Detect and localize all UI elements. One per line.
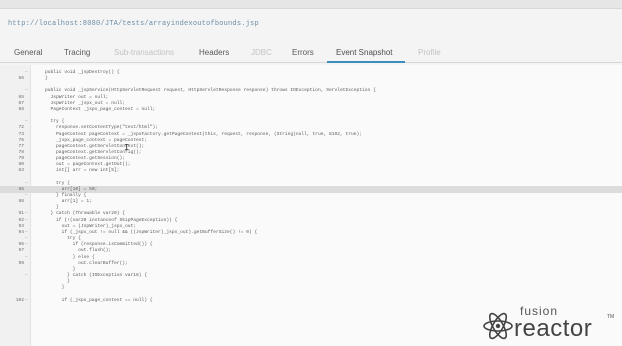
tab-errors[interactable]: Errors (292, 48, 314, 57)
code-line: 73 PageContext pageContext = _jspxFactor… (0, 132, 622, 138)
code-line: – } finally { (0, 193, 622, 199)
fold-toggle-icon[interactable]: – (25, 218, 28, 224)
code-text: PageContext _jspx_page_context = null; (34, 106, 156, 112)
line-number: 99 (18, 260, 24, 266)
request-url: http://localhost:8080/JTA/tests/arrayind… (8, 20, 259, 28)
code-line: 77 pageContext.getServletContext(); (0, 144, 622, 150)
code-line: } (0, 267, 622, 273)
tab-sub-transactions: Sub-transactions (114, 48, 175, 57)
code-text: if (_jspx_out != null && ((JspWriter)_js… (34, 229, 258, 235)
code-text: public void _jspService(HttpServletReque… (34, 88, 376, 94)
code-text: arr[10] = 50; (34, 186, 98, 192)
line-number: 65 (18, 94, 24, 100)
code-text: } catch (Throwable var20) { (34, 211, 125, 217)
code-line: – public void _jspDestroy() { (0, 70, 622, 76)
fold-toggle-icon[interactable]: – (25, 236, 28, 242)
code-text: PageContext pageContext = _jspxFactory.g… (34, 131, 363, 137)
code-text: } (34, 76, 48, 82)
code-text: out.clearBuffer(); (34, 260, 128, 266)
line-number: 94 (18, 229, 24, 235)
fold-toggle-icon[interactable]: – (25, 88, 28, 94)
tab-event-snapshot[interactable]: Event Snapshot (336, 48, 392, 57)
code-line: 56 } (0, 76, 622, 82)
code-text: JspWriter out = null; (34, 94, 109, 100)
line-number: 68 (18, 106, 24, 112)
code-line: 92– if (!(var20 instanceof SkipPageExcep… (0, 218, 622, 224)
line-number: 72 (18, 125, 24, 131)
code-line: 97 out.flush(); (0, 248, 622, 254)
fold-toggle-icon[interactable]: – (25, 193, 28, 199)
tab-headers[interactable]: Headers (199, 48, 229, 57)
line-number: 83 (18, 168, 24, 174)
code-text: } else { (34, 254, 95, 260)
atom-icon (483, 312, 513, 340)
line-number: 102 (15, 297, 24, 303)
code-line: 88 arr[1] = 1; (0, 199, 622, 205)
code-text: if (_jspx_page_context == null) { (34, 297, 153, 303)
code-line: 86 arr[10] = 50; (0, 187, 622, 193)
code-line: 93 out = (JspWriter)_jspx_out; (0, 224, 622, 230)
active-tab-indicator (327, 61, 405, 63)
code-line: – } catch (IOException var18) { (0, 273, 622, 279)
fold-toggle-icon[interactable]: – (25, 70, 28, 76)
line-number: 88 (18, 199, 24, 205)
code-text: } (34, 285, 65, 291)
code-line: – } else { (0, 255, 622, 261)
code-line: 94– if (_jspx_out != null && ((JspWriter… (0, 230, 622, 236)
code-line: } (0, 279, 622, 285)
fold-toggle-icon[interactable]: – (25, 255, 28, 261)
text-cursor-icon: I (124, 143, 130, 153)
code-text: response.setContentType("text/html"); (34, 125, 159, 131)
tab-profile: Profile (418, 48, 441, 57)
line-number: 97 (18, 248, 24, 254)
line-number: 93 (18, 223, 24, 229)
tab-tracing[interactable]: Tracing (64, 48, 90, 57)
code-text: JspWriter _jspx_out = null; (34, 100, 125, 106)
line-number: 92 (18, 217, 24, 223)
line-number: 67 (18, 100, 24, 106)
line-number: 73 (18, 131, 24, 137)
code-text: out = (JspWriter)_jspx_out; (34, 223, 136, 229)
fold-toggle-icon[interactable]: – (25, 230, 28, 236)
logo-reactor-text: reactor (514, 315, 593, 342)
line-number: 77 (18, 143, 24, 149)
fold-toggle-icon[interactable]: – (25, 211, 28, 217)
line-number: 76 (18, 137, 24, 143)
code-line: 83 int[] arr = new int[5]; (0, 168, 622, 174)
top-strip (0, 0, 622, 9)
code-line: 76 _jspx_page_context = pageContext; (0, 138, 622, 144)
code-text: } (34, 266, 76, 272)
code-line: 67 JspWriter _jspx_out = null; (0, 101, 622, 107)
fold-toggle-icon[interactable]: – (25, 273, 28, 279)
detail-tabs: General Tracing Sub-transactions Headers… (0, 44, 622, 63)
tab-jdbc: JDBC (251, 48, 272, 57)
logo-trademark: TM (607, 314, 615, 320)
fold-toggle-icon[interactable]: – (25, 298, 28, 304)
line-number: 56 (18, 76, 24, 82)
fusionreactor-logo: fusion reactor TM (480, 300, 618, 344)
code-text: _jspx_page_context = pageContext; (34, 137, 148, 143)
code-line: 65 JspWriter out = null; (0, 95, 622, 101)
tab-general[interactable]: General (14, 48, 42, 57)
fold-toggle-icon[interactable]: – (25, 119, 28, 125)
code-line: 68 PageContext _jspx_page_context = null… (0, 107, 622, 113)
code-line: 91– } catch (Throwable var20) { (0, 211, 622, 217)
code-line: 99 out.clearBuffer(); (0, 261, 622, 267)
code-text: int[] arr = new int[5]; (34, 168, 120, 174)
code-line: } (0, 285, 622, 291)
code-line: – public void _jspService(HttpServletReq… (0, 88, 622, 94)
code-line: 72 response.setContentType("text/html"); (0, 125, 622, 131)
fold-toggle-icon[interactable]: – (25, 242, 28, 248)
line-number: 91 (18, 211, 24, 217)
code-text: out.flush(); (34, 248, 112, 254)
line-number: 86 (18, 186, 24, 192)
code-text: if (!(var20 instanceof SkipPageException… (34, 217, 178, 223)
